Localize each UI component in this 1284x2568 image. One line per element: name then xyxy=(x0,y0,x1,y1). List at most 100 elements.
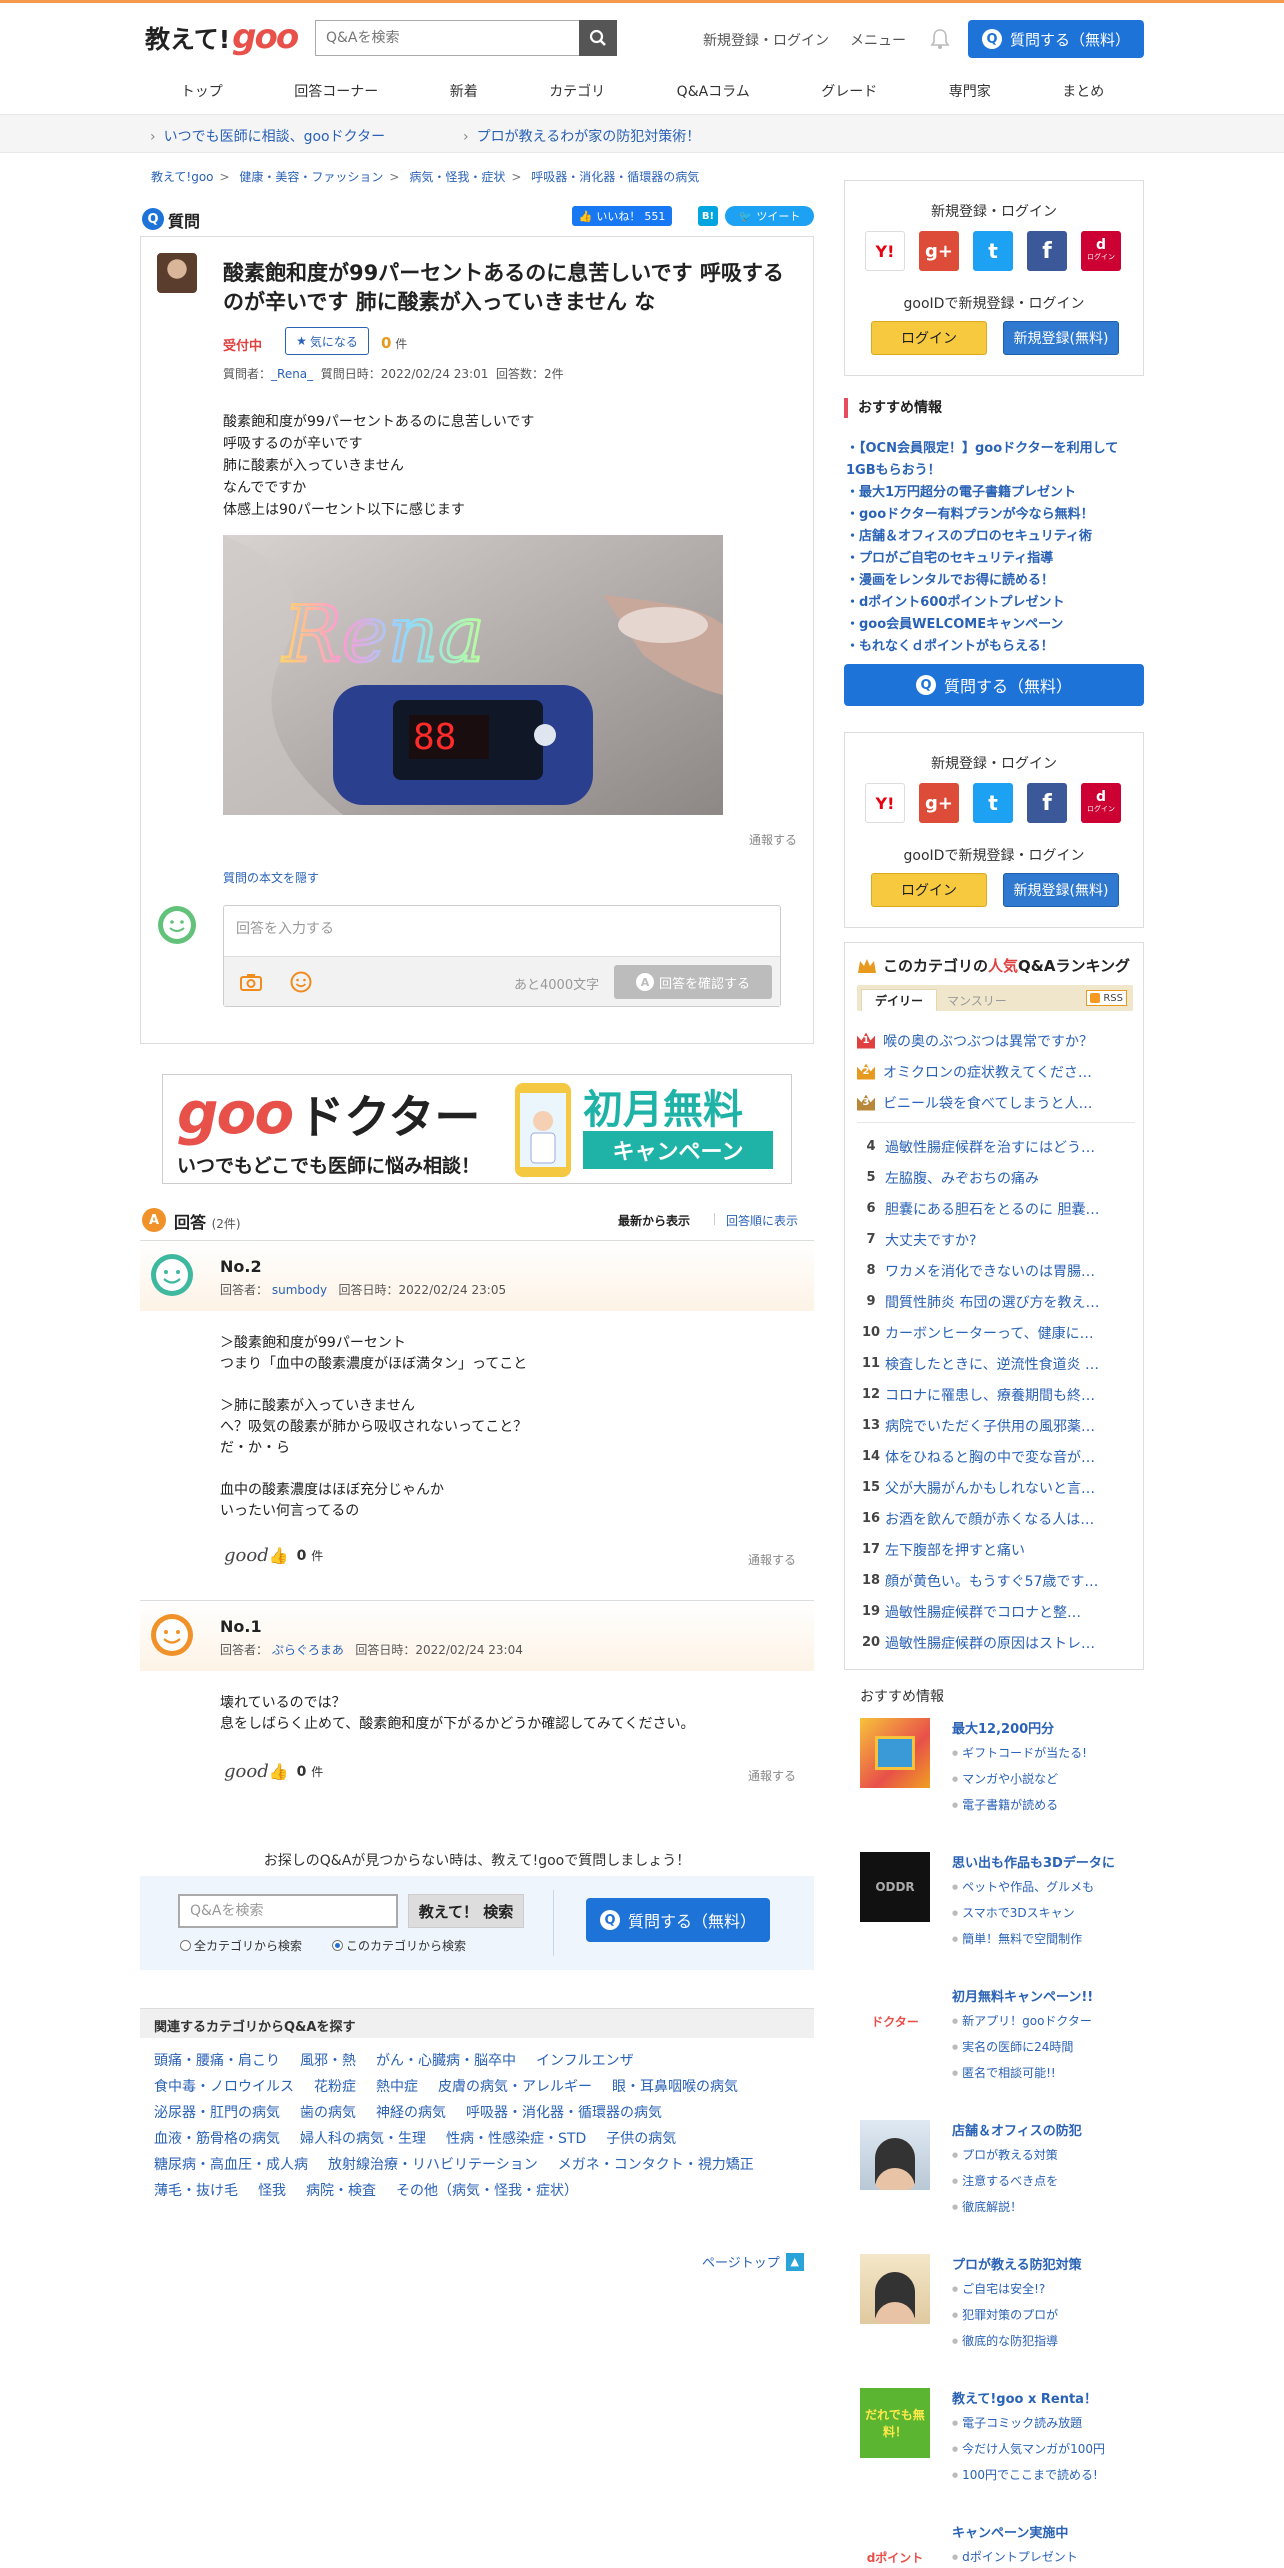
ranking-item[interactable]: 11 検査したときに、逆流性食道炎 … xyxy=(857,1348,1135,1379)
page-top-link[interactable]: ページトップ ▲ xyxy=(702,2252,804,2271)
ranking-item[interactable]: 1 喉の奥のぶつぶつは異常ですか？ xyxy=(857,1025,1135,1056)
bottom-search-input[interactable]: Q&Aを検索 xyxy=(178,1894,398,1928)
bottom-ask-button[interactable]: Q 質問する（無料） xyxy=(586,1898,770,1942)
recommend-headline[interactable]: プロが教える防犯対策 xyxy=(952,2254,1082,2273)
recommend-subline[interactable]: 実名の医師に24時間 xyxy=(952,2038,1073,2055)
breadcrumb-item[interactable]: 病気・怪我・症状 xyxy=(409,170,505,184)
recommend-subline[interactable]: ギフトコードが当たる! xyxy=(952,1744,1087,1761)
answerer-avatar-icon[interactable] xyxy=(150,1613,194,1657)
recommend-subline[interactable]: ご自宅は安全!? xyxy=(952,2280,1045,2297)
related-category-link[interactable]: 婦人科の病気・生理 xyxy=(300,2128,426,2150)
subnav-security-link[interactable]: プロが教えるわが家の防犯対策術！ xyxy=(463,126,701,146)
asker-avatar[interactable] xyxy=(157,253,197,293)
sort-by-order[interactable]: 回答順に表示 xyxy=(713,1212,798,1229)
related-category-link[interactable]: 花粉症 xyxy=(314,2076,356,2098)
ranking-item[interactable]: 16 お酒を飲んで顔が赤くなる人は… xyxy=(857,1503,1135,1534)
recommend-thumbnail[interactable] xyxy=(860,1718,930,1788)
breadcrumb-item[interactable]: 教えて!goo xyxy=(151,170,214,184)
recommend-thumbnail[interactable]: ドクター xyxy=(860,1986,930,2056)
nav-experts[interactable]: 専門家 xyxy=(949,81,991,111)
hatena-bookmark-button[interactable]: B! xyxy=(698,206,718,226)
menu-link[interactable]: メニュー xyxy=(850,30,906,50)
tab-daily[interactable]: デイリー xyxy=(861,989,937,1011)
answerer-avatar-icon[interactable] xyxy=(150,1253,194,1297)
register-button[interactable]: 新規登録(無料) xyxy=(1003,321,1119,355)
subnav-doctor-link[interactable]: いつでも医師に相談、gooドクター xyxy=(150,126,385,146)
ranking-link[interactable]: カーボンヒーターって、健康に… xyxy=(885,1323,1133,1343)
ranking-link[interactable]: 大丈夫ですか? xyxy=(885,1230,1133,1250)
related-category-link[interactable]: 熱中症 xyxy=(376,2076,418,2098)
nav-new[interactable]: 新着 xyxy=(450,81,478,111)
good-button[interactable]: good 👍 0 件 xyxy=(224,1545,323,1566)
ask-question-button[interactable]: Q 質問する（無料） xyxy=(968,20,1144,58)
related-category-link[interactable]: 歯の病気 xyxy=(300,2102,356,2124)
ranking-link[interactable]: コロナに罹患し、療養期間も終… xyxy=(885,1385,1133,1405)
breadcrumb-item[interactable]: 呼吸器・消化器・循環器の病気 xyxy=(531,170,699,184)
recommend-subline[interactable]: 電子書籍が読める xyxy=(952,1796,1058,1813)
related-category-link[interactable]: 糖尿病・高血圧・成人病 xyxy=(154,2154,308,2176)
sidebar-ask-button[interactable]: Q 質問する（無料） xyxy=(844,664,1144,706)
related-category-link[interactable]: 頭痛・腰痛・肩こり xyxy=(154,2050,280,2072)
ranking-item[interactable]: 4 過敏性腸症候群を治すにはどう… xyxy=(857,1131,1135,1162)
tweet-button[interactable]: 🐦 ツイート xyxy=(725,206,814,226)
rss-button[interactable]: RSS xyxy=(1086,990,1127,1006)
login-button[interactable]: ログイン xyxy=(871,321,987,355)
ranking-item[interactable]: 19 過敏性腸症候群でコロナと整… xyxy=(857,1596,1135,1627)
recommend-headline[interactable]: 教えて!goo x Renta！ xyxy=(952,2388,1097,2407)
recommend-subline[interactable]: プロが教える対策 xyxy=(952,2146,1058,2163)
yahoo-login-icon[interactable]: Y! xyxy=(865,783,905,823)
recommend-thumbnail[interactable]: だれでも無料！ xyxy=(860,2388,930,2458)
ranking-link[interactable]: 左下腹部を押すと痛い xyxy=(885,1540,1133,1560)
ranking-link[interactable]: お酒を飲んで顔が赤くなる人は… xyxy=(885,1509,1133,1529)
docomo-login-icon[interactable]: d ログイン xyxy=(1081,231,1121,271)
recommend-subline[interactable]: 電子コミック読み放題 xyxy=(952,2414,1082,2431)
related-category-link[interactable]: インフルエンザ xyxy=(536,2050,634,2072)
recommend-item[interactable]: ・最大1万円超分の電子書籍プレゼント xyxy=(844,482,1144,504)
radio-all-categories[interactable]: 全カテゴリから検索 xyxy=(180,1937,302,1954)
ranking-item[interactable]: 2 オミクロンの症状教えてくださ… xyxy=(857,1056,1135,1087)
search-button[interactable] xyxy=(579,20,617,56)
related-category-link[interactable]: 食中毒・ノロウイルス xyxy=(154,2076,294,2098)
recommend-item[interactable]: ・プロがご自宅のセキュリティ指導 xyxy=(844,548,1144,570)
facebook-login-icon[interactable]: f xyxy=(1027,231,1067,271)
login-button[interactable]: ログイン xyxy=(871,873,987,907)
related-category-link[interactable]: 子供の病気 xyxy=(606,2128,676,2150)
ranking-link[interactable]: 喉の奥のぶつぶつは異常ですか？ xyxy=(883,1031,1131,1051)
ranking-item[interactable]: 12 コロナに罹患し、療養期間も終… xyxy=(857,1379,1135,1410)
radio-button[interactable] xyxy=(180,1940,191,1951)
related-category-link[interactable]: その他（病気・怪我・症状） xyxy=(396,2180,578,2202)
recommend-subline[interactable]: ペットや作品、グルメも xyxy=(952,1878,1094,1895)
recommend-subline[interactable]: 徹底解説！ xyxy=(952,2198,1022,2215)
recommend-subline[interactable]: 100円でここまで読める! xyxy=(952,2466,1098,2483)
recommend-item[interactable]: ・【OCN会員限定！】gooドクターを利用して1GBもらおう！ xyxy=(844,438,1144,482)
related-category-link[interactable]: 眼・耳鼻咽喉の病気 xyxy=(612,2076,738,2098)
search-input[interactable] xyxy=(316,21,574,55)
recommend-thumbnail[interactable]: dポイント xyxy=(860,2522,930,2568)
ranking-link[interactable]: 体をひねると胸の中で変な音が… xyxy=(885,1447,1133,1467)
ranking-item[interactable]: 13 病院でいただく子供用の風邪薬… xyxy=(857,1410,1135,1441)
recommend-item[interactable]: ・もれなくｄポイントがもらえる！ xyxy=(844,636,1144,658)
yahoo-login-icon[interactable]: Y! xyxy=(865,231,905,271)
ranking-link[interactable]: ワカメを消化できないのは胃腸… xyxy=(885,1261,1133,1281)
sort-newest[interactable]: 最新から表示 xyxy=(618,1212,690,1229)
site-logo[interactable]: 教えて! goo xyxy=(145,17,299,57)
radio-this-category[interactable]: このカテゴリから検索 xyxy=(332,1937,466,1954)
answerer-link[interactable]: sumbody xyxy=(272,1283,327,1297)
breadcrumb-item[interactable]: 健康・美容・ファッション xyxy=(239,170,383,184)
recommend-subline[interactable]: スマホで3Dスキャン xyxy=(952,1904,1075,1921)
ranking-item[interactable]: 5 左脇腹、みぞおちの痛み xyxy=(857,1162,1135,1193)
goo-doctor-banner[interactable]: goo ドクター いつでもどこでも医師に悩み相談！ 初月無料 キャンペーン xyxy=(162,1074,792,1184)
related-category-link[interactable]: 呼吸器・消化器・循環器の病気 xyxy=(466,2102,662,2124)
nav-answer-corner[interactable]: 回答コーナー xyxy=(294,81,378,111)
docomo-login-icon[interactable]: d ログイン xyxy=(1081,783,1121,823)
recommend-subline[interactable]: 徹底的な防犯指導 xyxy=(952,2332,1058,2349)
ranking-item[interactable]: 15 父が大腸がんかもしれないと言… xyxy=(857,1472,1135,1503)
favorite-button[interactable]: ★ 気になる xyxy=(285,327,369,355)
ranking-link[interactable]: 左脇腹、みぞおちの痛み xyxy=(885,1168,1133,1188)
recommend-thumbnail[interactable] xyxy=(860,2254,930,2324)
ranking-link[interactable]: 過敏性腸症候群を治すにはどう… xyxy=(885,1137,1133,1157)
recommend-headline[interactable]: キャンペーン実施中 xyxy=(952,2522,1068,2541)
ranking-link[interactable]: 検査したときに、逆流性食道炎 … xyxy=(885,1354,1133,1374)
ranking-link[interactable]: 顔が黄色い。もうすぐ57歳です… xyxy=(885,1571,1133,1591)
report-link[interactable]: 通報する xyxy=(748,1767,796,1784)
